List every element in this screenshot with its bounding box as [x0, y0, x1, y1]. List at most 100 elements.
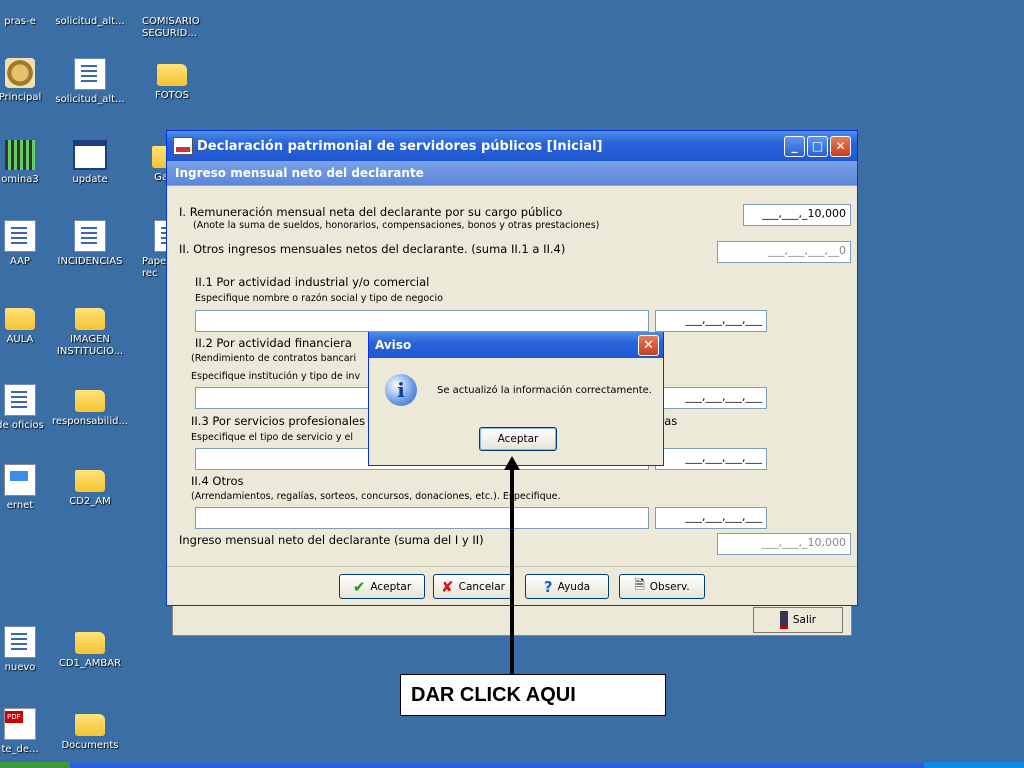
- pdf-icon: [4, 708, 36, 740]
- desktop-icon-label: CD2_AM: [69, 496, 111, 507]
- desktop-icon-label: solicitud_alt...: [55, 16, 125, 27]
- desktop-icon-label: Ga: [154, 172, 168, 183]
- folder-icon: [75, 470, 105, 492]
- help-question-icon: ?: [543, 577, 553, 596]
- instruction-callout: DAR CLICK AQUI: [400, 674, 666, 716]
- app-icon: [173, 137, 193, 155]
- ingreso-total-label: Ingreso mensual neto del declarante (sum…: [179, 533, 484, 547]
- actividad-financiera-label: II.2 Por actividad financiera: [195, 336, 352, 350]
- otros-label: II.4 Otros: [191, 474, 244, 488]
- desktop-icon[interactable]: IMAGEN INSTITUCIO...: [50, 302, 130, 358]
- desktop-icon-label: responsabilid...: [52, 416, 128, 427]
- observ-button[interactable]: 🗎 Observ.: [619, 574, 705, 599]
- servicios-profesionales-hint: Especifique el tipo de servicio y el: [191, 432, 353, 443]
- desktop-icon[interactable]: INCIDENCIAS: [50, 220, 130, 268]
- aviso-dialog: Aviso ✕ i Se actualizó la información co…: [368, 332, 664, 466]
- folder-icon: [75, 632, 105, 654]
- desktop-icon-label: Documents: [61, 740, 119, 751]
- notes-icon: 🗎: [634, 577, 645, 593]
- desktop-icon-label: INCIDENCIAS: [57, 256, 123, 267]
- actividad-industrial-amount-input[interactable]: ___,___,___,___: [655, 310, 767, 332]
- dialog-title: Aviso: [375, 338, 412, 352]
- seal-icon: [5, 58, 35, 88]
- section-header: Ingreso mensual neto del declarante: [167, 161, 857, 186]
- window-controls: _ □ ✕: [784, 135, 857, 157]
- actividad-industrial-hint: Especifique nombre o razón social y tipo…: [195, 293, 443, 304]
- observ-label: Observ.: [649, 580, 690, 593]
- actividad-financiera-hint: (Rendimiento de contratos bancari: [191, 353, 357, 364]
- dialog-message: Se actualizó la información correctament…: [437, 385, 652, 396]
- cancelar-button[interactable]: ✘ Cancelar: [433, 574, 513, 599]
- maximize-button[interactable]: □: [807, 135, 828, 157]
- desktop-icon-label: CD1_AMBAR: [58, 658, 122, 669]
- window-title: Declaración patrimonial de servidores pú…: [197, 138, 603, 154]
- desktop-icon-label: FOTOS: [155, 90, 189, 101]
- salir-label: Salir: [792, 614, 817, 626]
- start-button[interactable]: [0, 762, 70, 768]
- folder-icon: [75, 308, 105, 330]
- desktop-icon[interactable]: Pape rec: [134, 220, 168, 280]
- cancelar-label: Cancelar: [458, 580, 505, 593]
- actividad-financiera-hint2: Especifique institución y tipo de inv: [191, 371, 361, 382]
- system-tray: [924, 762, 1024, 768]
- dialog-aceptar-button[interactable]: Aceptar: [479, 427, 557, 451]
- arrow-line: [510, 462, 514, 674]
- remuneracion-hint: (Anote la suma de sueldos, honorarios, c…: [193, 220, 600, 231]
- actividad-industrial-label: II.1 Por actividad industrial y/o comerc…: [195, 275, 430, 289]
- aceptar-label: Aceptar: [370, 580, 412, 593]
- desktop-icon-label: solicitud_alt...: [55, 94, 125, 105]
- dialog-titlebar[interactable]: Aviso ✕: [369, 332, 663, 358]
- desktop-icon[interactable]: responsabilid...: [50, 384, 130, 428]
- excel-document-icon: [74, 220, 106, 252]
- window-titlebar[interactable]: Declaración patrimonial de servidores pú…: [167, 131, 857, 161]
- folder-icon: [75, 390, 105, 412]
- otros-ingresos-label: II. Otros ingresos mensuales netos del d…: [179, 242, 566, 256]
- desktop-icon[interactable]: solicitud_alt...: [50, 58, 130, 106]
- info-icon: i: [385, 374, 417, 406]
- aceptar-button[interactable]: ✔ Aceptar: [339, 574, 425, 599]
- desktop-icon[interactable]: COMISARIO SEGURID...: [134, 0, 214, 40]
- servicios-profesionales-label: II.3 Por servicios profesionales: [191, 414, 366, 428]
- otros-hint: (Arrendamientos, regalías, sorteos, conc…: [191, 491, 561, 502]
- desktop-icon[interactable]: CD1_AMBAR: [50, 626, 130, 670]
- word-document-icon: [74, 58, 106, 90]
- remuneracion-input[interactable]: ___,___,_10,000: [743, 204, 851, 226]
- desktop-icon[interactable]: Documents: [50, 708, 130, 752]
- otros-text-input[interactable]: [195, 507, 649, 529]
- desktop-icon[interactable]: CD2_AM: [50, 464, 130, 508]
- taskbar: [0, 762, 1024, 768]
- word-document-icon: [4, 626, 36, 658]
- desktop-icon-label: IMAGEN INSTITUCIO...: [56, 334, 124, 357]
- actividad-industrial-text-input[interactable]: [195, 310, 649, 332]
- spreadsheet-grid-icon: [5, 140, 35, 170]
- internet-icon: [4, 464, 36, 496]
- folder-icon: [75, 714, 105, 736]
- dialog-close-button[interactable]: ✕: [638, 334, 659, 356]
- desktop-icon[interactable]: FOTOS: [132, 58, 212, 102]
- salir-button[interactable]: Salir: [753, 607, 843, 633]
- ayuda-label: Ayuda: [557, 580, 591, 593]
- ayuda-button[interactable]: ? Ayuda: [525, 574, 609, 599]
- otros-ingresos-input[interactable]: ___,___,___,__0: [717, 241, 851, 263]
- desktop-icon[interactable]: solicitud_alt...: [50, 0, 130, 28]
- door-exit-icon: [779, 611, 788, 629]
- desktop-icon[interactable]: Ga: [132, 140, 168, 184]
- minimize-button[interactable]: _: [784, 135, 805, 157]
- folder-icon: [5, 308, 35, 330]
- desktop-icon-label: Pape rec: [142, 256, 167, 279]
- checkmark-icon: ✔: [352, 577, 366, 596]
- desktop-icon-label: COMISARIO SEGURID...: [142, 16, 200, 39]
- word-document-icon: [4, 384, 36, 416]
- otros-amount-input[interactable]: ___,___,___,___: [655, 507, 767, 529]
- document-icon: [4, 220, 36, 252]
- x-icon: ✘: [441, 577, 454, 596]
- folder-icon: [157, 64, 187, 86]
- window-icon: [73, 140, 107, 170]
- ingreso-total-input: ___,___,_10,000: [717, 533, 851, 555]
- servicios-profesionales-amount-input[interactable]: ___,___,___,___: [655, 448, 767, 470]
- desktop-icon-label: update: [72, 174, 108, 185]
- desktop-icon[interactable]: update: [50, 140, 130, 186]
- actividad-financiera-amount-input[interactable]: ___,___,___,___: [655, 387, 767, 409]
- close-button[interactable]: ✕: [830, 135, 851, 157]
- remuneracion-label: I. Remuneración mensual neta del declara…: [179, 205, 563, 219]
